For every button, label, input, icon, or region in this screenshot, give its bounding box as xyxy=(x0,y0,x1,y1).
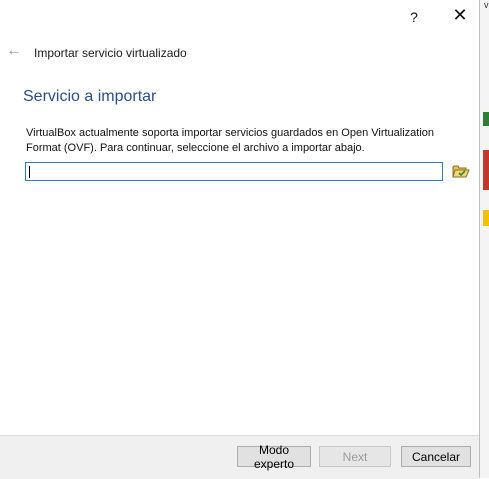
description-text: VirtualBox actualmente soporta importar … xyxy=(26,127,435,154)
background-window-text: v xyxy=(484,0,489,10)
help-button[interactable]: ? xyxy=(400,6,428,28)
expert-mode-button[interactable]: Modo experto xyxy=(237,443,311,471)
page-heading: Servicio a importar xyxy=(23,88,157,105)
browse-button[interactable] xyxy=(451,162,471,181)
back-arrow-icon[interactable]: ← xyxy=(6,43,22,59)
cancel-button[interactable]: Cancelar xyxy=(401,446,471,467)
background-window-edge xyxy=(479,0,489,478)
background-window-fragment xyxy=(483,150,489,190)
close-icon: ✕ xyxy=(452,4,468,25)
text-caret xyxy=(29,166,30,178)
help-label: ? xyxy=(410,9,418,25)
file-path-input[interactable] xyxy=(25,162,443,181)
folder-open-icon xyxy=(452,165,470,178)
import-appliance-dialog: ? ✕ ← Importar servicio virtualizado Ser… xyxy=(0,0,479,479)
window-title: Importar servicio virtualizado xyxy=(34,46,187,60)
background-window-fragment xyxy=(483,210,489,226)
close-button[interactable]: ✕ xyxy=(446,4,474,26)
background-window-fragment xyxy=(483,112,489,126)
next-button[interactable]: Next xyxy=(319,446,391,467)
